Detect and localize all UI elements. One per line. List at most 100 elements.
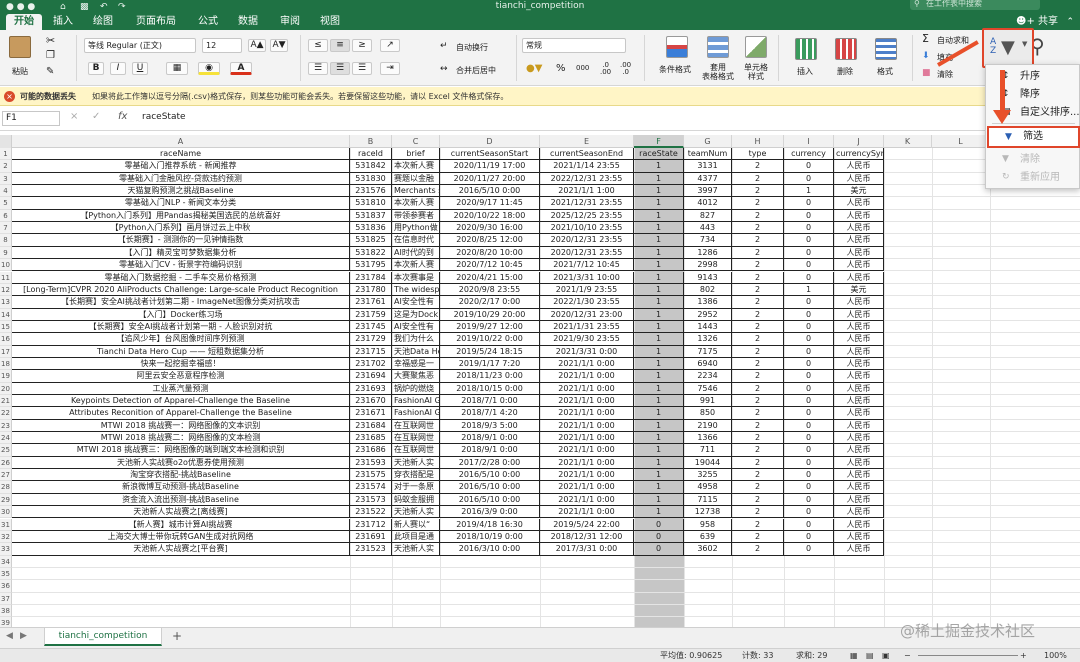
data-cell[interactable]: 0 [634,518,684,531]
normal-view-icon[interactable]: ▦ [850,649,858,662]
data-cell[interactable]: 231522 [350,506,392,519]
wrap-text-button[interactable]: 自动换行 [456,42,488,53]
row-header[interactable]: 11 [0,271,12,284]
data-cell[interactable]: 2 [732,320,784,334]
data-cell[interactable]: 231693 [350,382,392,395]
data-cell[interactable]: 2020/11/19 17:00 [440,160,540,173]
data-cell[interactable]: 0 [784,382,834,395]
data-cell[interactable]: 美元 [834,283,884,297]
data-cell[interactable]: 2021/1/1 0:00 [540,493,634,507]
data-cell[interactable]: 新浪微博互动预测-挑战Baseline [12,481,350,494]
header-cell[interactable]: raceId [350,148,392,161]
data-cell[interactable]: 231694 [350,370,392,383]
data-cell[interactable]: 1 [634,234,684,247]
row-header[interactable]: 33 [0,543,12,556]
data-cell[interactable]: 人民币 [834,432,884,445]
data-cell[interactable]: 1 [634,197,684,210]
align-right-icon[interactable]: ☰ [352,62,372,75]
data-cell[interactable]: 2021/1/1 0:00 [540,419,634,433]
row-header[interactable]: 27 [0,469,12,482]
data-cell[interactable]: 0 [784,530,834,544]
data-cell[interactable]: 0 [784,493,834,507]
data-cell[interactable]: 1 [634,209,684,223]
data-cell[interactable]: 2 [732,518,784,531]
data-cell[interactable]: 2021/1/1 0:00 [540,407,634,420]
paste-button[interactable]: 粘贴 [6,34,34,78]
data-cell[interactable]: 2021/1/1 0:00 [540,382,634,395]
data-cell[interactable]: 人民币 [834,543,884,556]
data-cell[interactable]: 【追风少年】台风图像时间序列预测 [12,333,350,346]
data-cell[interactable]: 231575 [350,469,392,482]
row-header[interactable]: 25 [0,444,12,457]
tab-home[interactable]: 开始 [6,14,42,30]
data-cell[interactable]: 2020/2/17 0:00 [440,296,540,309]
data-cell[interactable]: 2 [732,444,784,457]
data-cell[interactable]: 2021/3/31 0:00 [540,345,634,358]
data-cell[interactable]: 2 [732,481,784,494]
data-cell[interactable]: 531795 [350,259,392,272]
data-cell[interactable]: 531837 [350,209,392,223]
data-cell[interactable]: 1386 [684,296,732,309]
data-cell[interactable]: 【新人赛】城市计算AI挑战赛 [12,518,350,531]
data-cell[interactable]: 1 [634,444,684,457]
data-cell[interactable]: 本次新人赛 [392,160,440,173]
data-cell[interactable]: 2 [732,296,784,309]
row-header[interactable]: 35 [0,567,12,581]
data-cell[interactable]: 人民币 [834,222,884,235]
shrink-font-button[interactable]: A▼ [270,39,288,52]
header-cell[interactable]: raceState [634,148,684,161]
data-cell[interactable]: 2021/1/1 0:00 [540,395,634,408]
data-cell[interactable]: 2018/11/23 0:00 [440,370,540,383]
page-layout-view-icon[interactable]: ▤ [866,649,874,662]
data-cell[interactable]: 2019/10/22 0:00 [440,333,540,346]
data-cell[interactable]: 0 [784,357,834,371]
data-cell[interactable]: 工业蒸汽量预测 [12,382,350,395]
data-cell[interactable]: 人民币 [834,493,884,507]
data-cell[interactable]: 0 [784,222,834,235]
row-header[interactable]: 8 [0,234,12,247]
data-cell[interactable]: 2021/1/14 23:55 [540,160,634,173]
data-cell[interactable]: 2021/1/31 23:55 [540,320,634,334]
data-cell[interactable]: 2018/7/1 4:20 [440,407,540,420]
data-cell[interactable]: 0 [784,407,834,420]
row-header[interactable]: 6 [0,209,12,223]
align-bottom-icon[interactable]: ≥ [352,39,372,52]
data-cell[interactable]: 2020/11/27 20:00 [440,172,540,186]
decrease-decimal-icon[interactable]: .00.0 [620,62,631,76]
row-header[interactable]: 5 [0,197,12,210]
data-cell[interactable]: 2016/3/9 0:00 [440,506,540,519]
data-cell[interactable]: 1 [634,395,684,408]
data-cell[interactable]: 人民币 [834,320,884,334]
data-cell[interactable]: 人民币 [834,518,884,531]
data-cell[interactable]: 人民币 [834,197,884,210]
column-header-g[interactable]: G [684,135,732,148]
data-cell[interactable]: Keypoints Detection of Apparel-Challenge… [12,395,350,408]
data-cell[interactable]: 1 [634,481,684,494]
currency-icon[interactable]: ●▼ [526,63,542,74]
data-cell[interactable]: 2020/8/20 10:00 [440,246,540,260]
close-warning-icon[interactable]: × [4,91,15,102]
data-cell[interactable]: 零基础入门NLP - 新闻文本分类 [12,197,350,210]
data-cell[interactable]: 2018/9/1 0:00 [440,444,540,457]
data-cell[interactable]: 443 [684,222,732,235]
data-cell[interactable]: 850 [684,407,732,420]
data-cell[interactable]: 531810 [350,197,392,210]
data-cell[interactable]: 2952 [684,308,732,321]
data-cell[interactable]: 231780 [350,283,392,297]
copy-icon[interactable]: ❐ [46,50,55,61]
data-cell[interactable]: 2020/12/31 23:55 [540,246,634,260]
data-cell[interactable]: 2019/5/24 18:15 [440,345,540,358]
row-header[interactable]: 15 [0,320,12,334]
data-cell[interactable]: 快来一起挖掘幸福感！ [12,357,350,371]
cut-icon[interactable]: ✂ [46,34,55,47]
data-cell[interactable]: 531830 [350,172,392,186]
data-cell[interactable]: 人民币 [834,160,884,173]
data-cell[interactable]: 2020/10/22 18:00 [440,209,540,223]
data-cell[interactable]: 231574 [350,481,392,494]
data-cell[interactable]: 【入门】Docker练习场 [12,308,350,321]
data-cell[interactable]: 531836 [350,222,392,235]
data-cell[interactable]: 3255 [684,469,732,482]
data-cell[interactable]: 人民币 [834,506,884,519]
data-cell[interactable]: 0 [784,543,834,556]
data-cell[interactable]: 3997 [684,185,732,198]
